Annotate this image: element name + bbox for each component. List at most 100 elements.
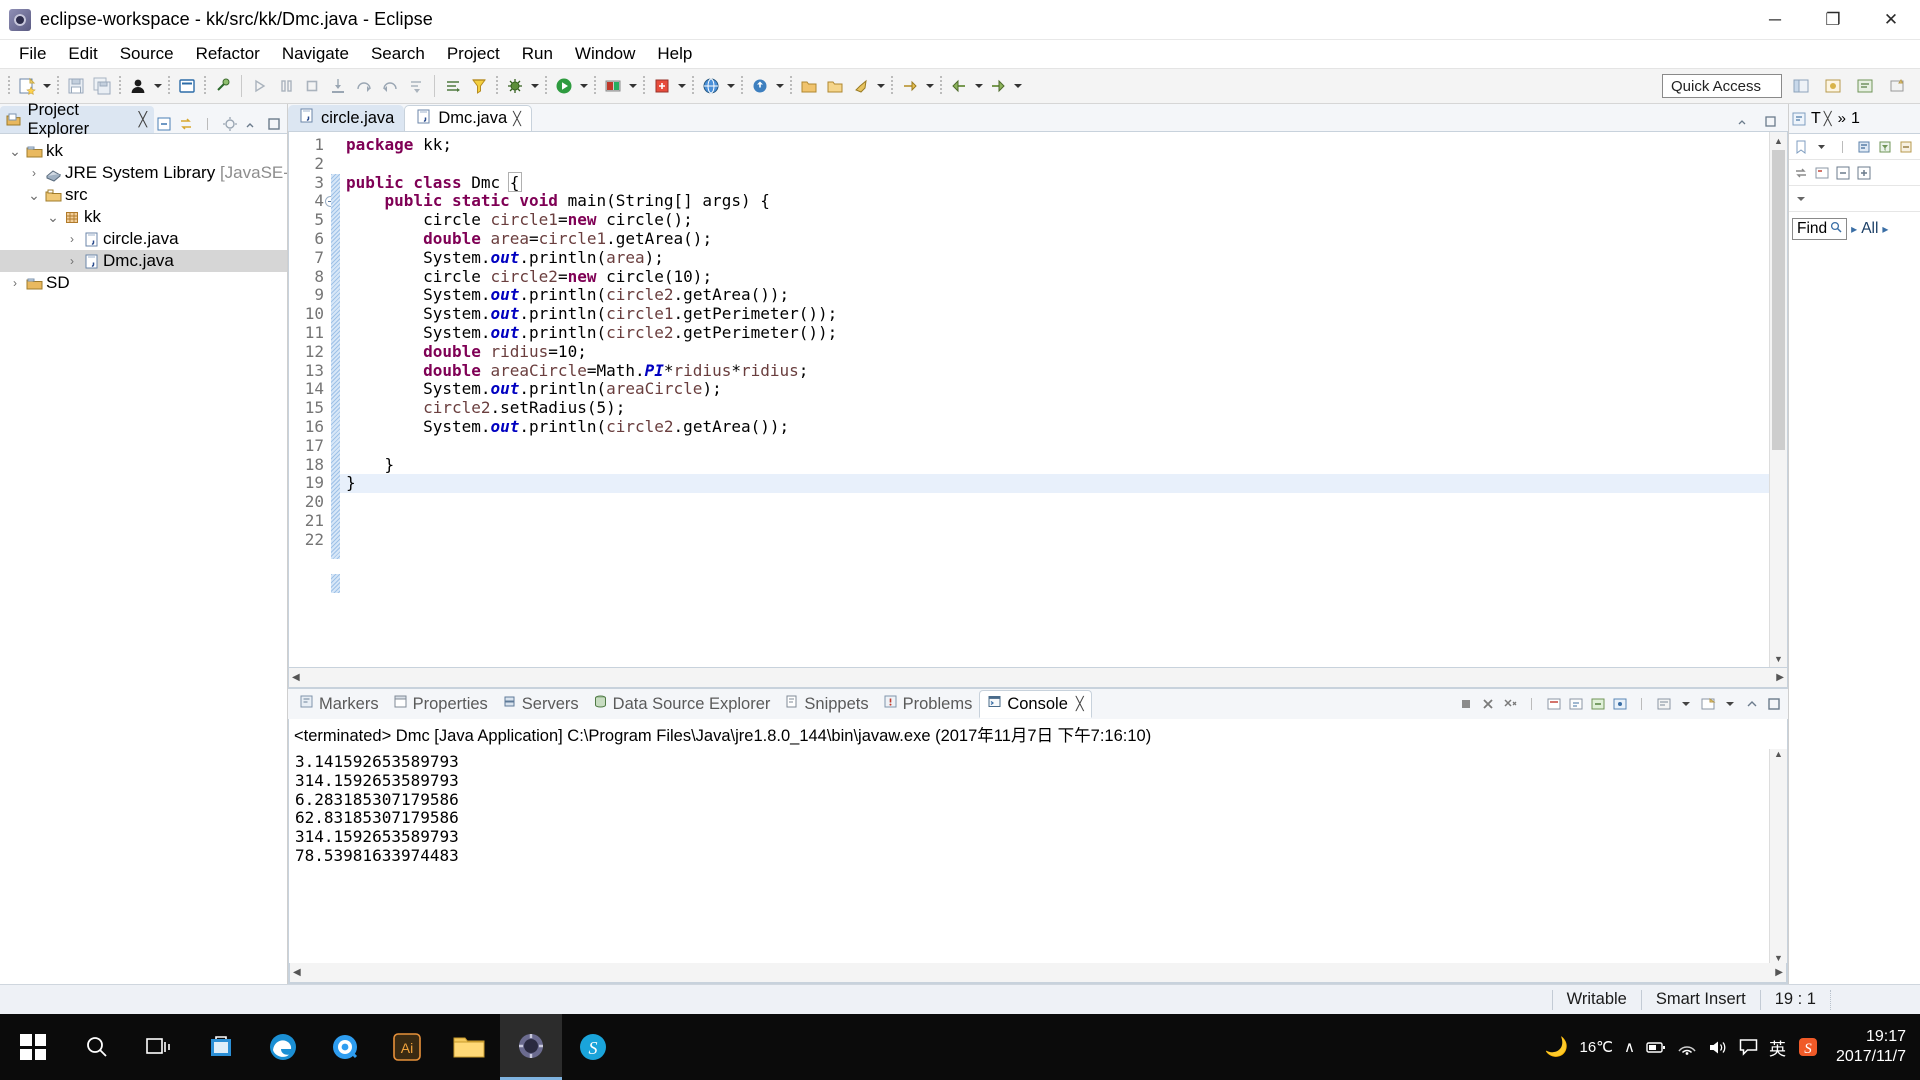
new-class-icon[interactable] <box>174 73 200 99</box>
sort-icon[interactable] <box>1854 137 1873 156</box>
coverage-dropdown-icon[interactable] <box>675 73 688 99</box>
coverage-icon[interactable] <box>649 73 675 99</box>
menu-item-run[interactable]: Run <box>511 42 564 66</box>
search-button[interactable] <box>66 1014 128 1080</box>
open-type-icon[interactable] <box>440 73 466 99</box>
find-all-arrow-icon[interactable]: ▸ <box>1851 222 1857 236</box>
step-return-icon[interactable] <box>377 73 403 99</box>
menu-item-window[interactable]: Window <box>564 42 646 66</box>
scroll-up-icon[interactable]: ▲ <box>1770 132 1787 149</box>
scrollbar-thumb[interactable] <box>1772 150 1785 450</box>
add-bookmark-icon[interactable] <box>1791 137 1810 156</box>
illustrator-button[interactable]: Ai <box>376 1014 438 1080</box>
tray-expand-icon[interactable]: ∧ <box>1624 1038 1635 1056</box>
open-perspective-icon[interactable] <box>1884 73 1910 99</box>
tree-item-sd[interactable]: › SD <box>0 272 287 294</box>
bottom-tab-close-icon[interactable]: ╳ <box>1076 696 1084 712</box>
link-editor-icon[interactable] <box>1791 163 1810 182</box>
pin-dropdown-icon[interactable] <box>874 73 887 99</box>
twisty-expanded-icon[interactable]: ⌄ <box>6 144 24 158</box>
code-editor[interactable]: 1 2 3 4 5 6 7 8 9 10 11 12 13 14 15 16 17 18 19 20 21 22 pack… <box>288 132 1788 668</box>
maximize-view-icon[interactable] <box>264 114 283 133</box>
browser-dropdown-icon[interactable] <box>724 73 737 99</box>
debug-icon[interactable] <box>502 73 528 99</box>
skip-breakpoints-icon[interactable] <box>210 73 236 99</box>
scroll-down-icon[interactable]: ▼ <box>1770 650 1787 667</box>
perspective-debug-icon[interactable] <box>1820 73 1846 99</box>
scroll-left-icon[interactable]: ◀ <box>292 672 300 683</box>
remove-all-launches-icon[interactable] <box>1500 695 1519 714</box>
bottom-tab-console[interactable]: Console ╳ <box>979 690 1092 718</box>
perspective-java-ee-icon[interactable] <box>1852 73 1878 99</box>
bottom-tab-servers[interactable]: Servers <box>495 691 586 717</box>
console-scroll-left-icon[interactable]: ◀ <box>293 967 301 978</box>
store-button[interactable] <box>190 1014 252 1080</box>
save-all-icon[interactable] <box>89 73 115 99</box>
drop-to-frame-icon[interactable] <box>403 73 429 99</box>
find-all-label[interactable]: All <box>1861 220 1878 238</box>
close-button[interactable]: ✕ <box>1862 0 1920 40</box>
bottom-tab-data-source-explorer[interactable]: Data Source Explorer <box>586 691 778 717</box>
pin-console-icon[interactable] <box>1610 695 1629 714</box>
refresh-dropdown-icon[interactable] <box>773 73 786 99</box>
collapse-all-icon[interactable] <box>154 114 173 133</box>
ime-language-label[interactable]: 英 <box>1769 1035 1786 1060</box>
back-icon[interactable] <box>946 73 972 99</box>
tree-item-dmc-java[interactable]: › Dmc.java <box>0 250 287 272</box>
new-wizard-dropdown-icon[interactable] <box>40 73 53 99</box>
start-button[interactable] <box>0 1014 66 1080</box>
editor-horizontal-scrollbar[interactable]: ◀ ▶ <box>288 668 1788 688</box>
qq-browser-button[interactable] <box>314 1014 376 1080</box>
bottom-tab-problems[interactable]: Problems <box>876 691 980 717</box>
forward-dropdown-icon[interactable] <box>1011 73 1024 99</box>
menu-item-help[interactable]: Help <box>646 42 703 66</box>
forward-icon[interactable] <box>985 73 1011 99</box>
eclipse-button[interactable] <box>500 1014 562 1080</box>
new-wizard-icon[interactable] <box>14 73 40 99</box>
debug-dropdown-icon[interactable] <box>528 73 541 99</box>
twisty-collapsed-icon[interactable]: › <box>6 276 24 290</box>
project-tree[interactable]: ⌄kk›JRE System Library [JavaSE-1.8]⌄src⌄… <box>0 134 287 984</box>
menu-item-file[interactable]: File <box>8 42 57 66</box>
editor-vertical-scrollbar[interactable]: ▲ ▼ <box>1769 132 1787 667</box>
find-more-icon[interactable]: ▸ <box>1882 222 1888 236</box>
toolbar-drag-handle[interactable] <box>8 76 10 96</box>
tab-project-explorer[interactable]: Project Explorer ╳ <box>0 101 154 138</box>
twisty-collapsed-icon[interactable]: › <box>63 254 81 268</box>
console-scroll-right-icon[interactable]: ▶ <box>1775 967 1783 978</box>
tree-item-jre-system-library[interactable]: › JRE System Library [JavaSE-1.8] <box>0 162 287 184</box>
console-dropdown-icon[interactable] <box>1720 695 1739 714</box>
scroll-right-icon[interactable]: ▶ <box>1776 672 1784 683</box>
minimize-view-icon[interactable] <box>242 114 261 133</box>
display-selected-console-icon[interactable] <box>1654 695 1673 714</box>
open-console-icon[interactable] <box>1698 695 1717 714</box>
menu-item-refactor[interactable]: Refactor <box>185 42 271 66</box>
outline-menu-icon[interactable] <box>1791 189 1810 208</box>
quick-access-input[interactable]: Quick Access <box>1662 74 1782 98</box>
save-icon[interactable] <box>63 73 89 99</box>
console-output[interactable]: 3.141592653589793 314.1592653589793 6.2831… <box>289 749 1769 963</box>
expand-all-outline-icon[interactable] <box>1854 163 1873 182</box>
terminate-console-icon[interactable] <box>1456 695 1475 714</box>
bookmark-dropdown-icon[interactable] <box>1812 137 1831 156</box>
file-explorer-button[interactable] <box>438 1014 500 1080</box>
focus-icon[interactable] <box>220 114 239 133</box>
menu-item-navigate[interactable]: Navigate <box>271 42 360 66</box>
resume-icon[interactable] <box>247 73 273 99</box>
outline-tab-label[interactable]: T <box>1808 110 1824 128</box>
taskbar-clock[interactable]: 19:17 2017/11/7 <box>1830 1027 1906 1067</box>
editor-tab-dmc[interactable]: Dmc.java ╳ <box>404 105 532 131</box>
twisty-expanded-icon[interactable]: ⌄ <box>25 188 43 202</box>
editor-tab-close-icon[interactable]: ╳ <box>513 111 521 127</box>
clear-console-icon[interactable] <box>1544 695 1563 714</box>
tree-item-kk[interactable]: ⌄ kk <box>0 206 287 228</box>
minimize-console-icon[interactable] <box>1742 695 1761 714</box>
open-folder-icon[interactable] <box>796 73 822 99</box>
maximize-console-icon[interactable] <box>1764 695 1783 714</box>
outline-close-icon[interactable]: ╳ <box>1824 111 1832 127</box>
show-console-on-output-icon[interactable] <box>1588 695 1607 714</box>
find-input[interactable]: Find <box>1792 218 1848 240</box>
external-tools-icon[interactable] <box>600 73 626 99</box>
outline-overflow-icon[interactable]: » <box>1838 110 1846 127</box>
scroll-lock-icon[interactable] <box>1566 695 1585 714</box>
